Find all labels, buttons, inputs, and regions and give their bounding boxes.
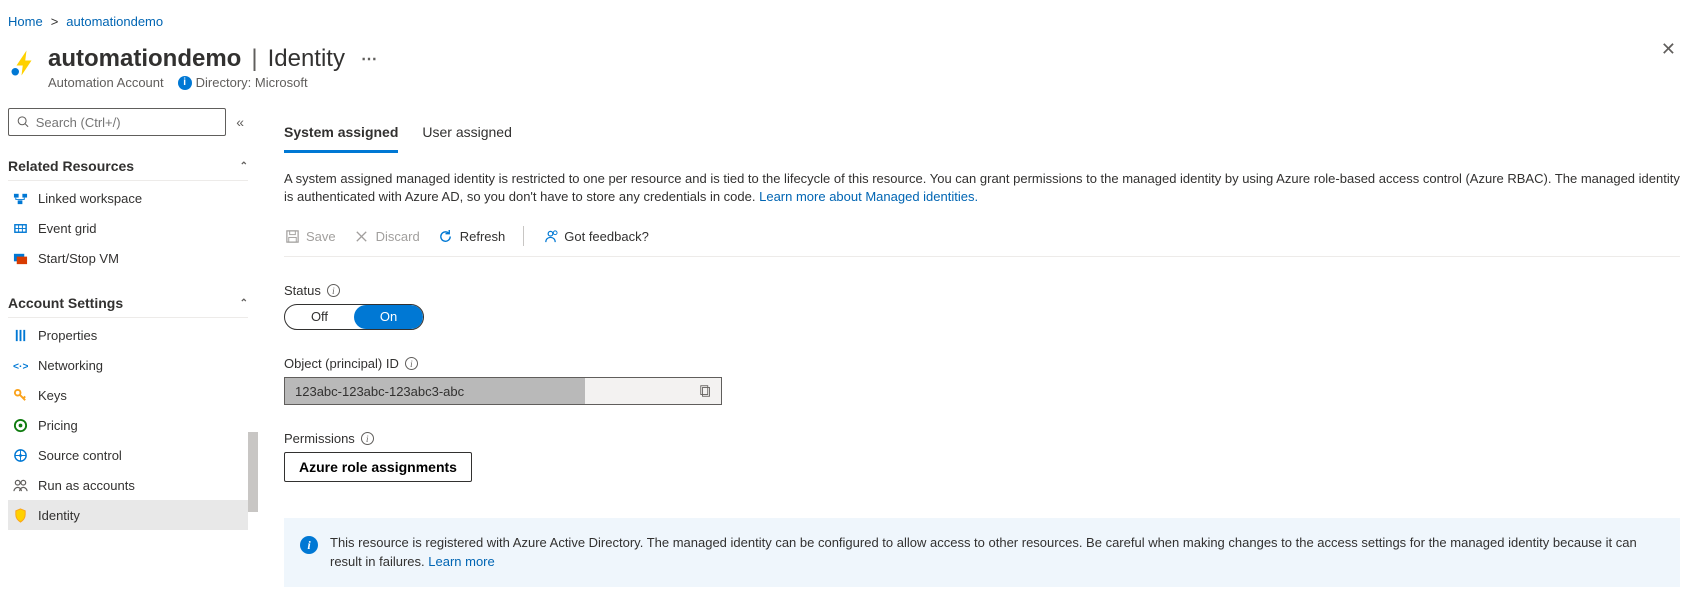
keys-icon <box>12 387 28 403</box>
more-actions-button[interactable]: ⋯ <box>361 49 377 69</box>
page-header: automationdemo | Identity ⋯ Automation A… <box>0 35 1692 102</box>
breadcrumb: Home > automationdemo <box>0 0 1692 35</box>
feedback-icon <box>542 228 558 244</box>
discard-icon <box>354 228 370 244</box>
toolbar-label: Refresh <box>460 229 506 244</box>
properties-icon <box>12 327 28 343</box>
info-icon[interactable]: i <box>327 284 340 297</box>
permissions-label: Permissions <box>284 431 355 446</box>
tab-user-assigned[interactable]: User assigned <box>422 116 512 153</box>
copy-icon[interactable] <box>699 384 713 398</box>
breadcrumb-home[interactable]: Home <box>8 14 43 29</box>
sidebar: « Related Resources ⌃ Linked workspace E… <box>0 102 256 607</box>
info-icon[interactable]: i <box>361 432 374 445</box>
sidebar-item-run-as-accounts[interactable]: Run as accounts <box>8 470 248 500</box>
close-button[interactable]: ✕ <box>1661 39 1676 60</box>
toolbar-label: Discard <box>376 229 420 244</box>
sidebar-item-source-control[interactable]: Source control <box>8 440 248 470</box>
sidebar-item-label: Identity <box>38 508 80 523</box>
sidebar-item-start-stop-vm[interactable]: Start/Stop VM <box>8 243 248 273</box>
sidebar-item-event-grid[interactable]: Event grid <box>8 213 248 243</box>
discard-button[interactable]: Discard <box>354 228 420 244</box>
toolbar-label: Save <box>306 229 336 244</box>
sidebar-item-properties[interactable]: Properties <box>8 320 248 350</box>
object-id-label: Object (principal) ID <box>284 356 399 371</box>
identity-icon <box>12 507 28 523</box>
banner-learn-more-link[interactable]: Learn more <box>428 554 494 569</box>
sidebar-item-label: Source control <box>38 448 122 463</box>
status-label: Status <box>284 283 321 298</box>
toolbar-label: Got feedback? <box>564 229 649 244</box>
object-id-value[interactable]: 123abc-123abc-123abc3-abc <box>285 378 585 404</box>
azure-role-assignments-button[interactable]: Azure role assignments <box>284 452 472 482</box>
description-text: A system assigned managed identity is re… <box>284 170 1680 206</box>
banner-text: This resource is registered with Azure A… <box>330 535 1637 568</box>
svg-text:<·>: <·> <box>13 361 28 372</box>
resource-type-label: Automation Account <box>48 75 164 90</box>
sidebar-scrollbar[interactable] <box>248 432 258 512</box>
info-icon: i <box>300 536 318 554</box>
page-title-section: Identity <box>268 45 345 73</box>
status-toggle[interactable]: Off On <box>284 304 424 330</box>
save-button[interactable]: Save <box>284 228 336 244</box>
chevron-up-icon: ⌃ <box>240 298 248 309</box>
sidebar-item-label: Keys <box>38 388 67 403</box>
sidebar-item-networking[interactable]: <·> Networking <box>8 350 248 380</box>
search-box[interactable] <box>8 108 226 136</box>
sidebar-item-label: Linked workspace <box>38 191 142 206</box>
sidebar-item-label: Networking <box>38 358 103 373</box>
breadcrumb-resource[interactable]: automationdemo <box>66 14 163 29</box>
sidebar-item-linked-workspace[interactable]: Linked workspace <box>8 183 248 213</box>
sidebar-item-label: Start/Stop VM <box>38 251 119 266</box>
sidebar-section-related-resources[interactable]: Related Resources ⌃ <box>8 150 248 181</box>
sidebar-item-label: Properties <box>38 328 97 343</box>
search-icon <box>17 115 30 129</box>
chevron-up-icon: ⌃ <box>240 161 248 172</box>
event-grid-icon <box>12 220 28 236</box>
page-title-name: automationdemo <box>48 45 241 73</box>
sidebar-item-keys[interactable]: Keys <box>8 380 248 410</box>
sidebar-item-label: Run as accounts <box>38 478 135 493</box>
networking-icon: <·> <box>12 357 28 373</box>
search-input[interactable] <box>36 115 218 130</box>
permissions-field: Permissions i Azure role assignments <box>284 431 1680 482</box>
sidebar-item-pricing[interactable]: Pricing <box>8 410 248 440</box>
source-control-icon <box>12 447 28 463</box>
info-icon: i <box>178 76 192 90</box>
collapse-sidebar-button[interactable]: « <box>232 114 248 130</box>
status-field: Status i Off On <box>284 283 1680 330</box>
object-id-box: 123abc-123abc-123abc3-abc <box>284 377 722 405</box>
automation-account-icon <box>8 47 40 79</box>
info-banner: i This resource is registered with Azure… <box>284 518 1680 586</box>
save-icon <box>284 228 300 244</box>
workspace-icon <box>12 190 28 206</box>
directory-label: Directory: Microsoft <box>196 75 308 90</box>
description-body: A system assigned managed identity is re… <box>284 171 1680 204</box>
feedback-button[interactable]: Got feedback? <box>542 228 649 244</box>
toolbar: Save Discard Refresh Got feedback? <box>284 218 1680 257</box>
toolbar-separator <box>523 226 524 246</box>
learn-more-link[interactable]: Learn more about Managed identities. <box>759 189 978 204</box>
sidebar-item-label: Event grid <box>38 221 97 236</box>
info-icon[interactable]: i <box>405 357 418 370</box>
toggle-off[interactable]: Off <box>285 305 354 329</box>
refresh-icon <box>438 228 454 244</box>
sidebar-item-label: Pricing <box>38 418 78 433</box>
sidebar-section-label: Account Settings <box>8 295 123 311</box>
tab-system-assigned[interactable]: System assigned <box>284 116 398 153</box>
sidebar-section-label: Related Resources <box>8 158 134 174</box>
content-pane: System assigned User assigned A system a… <box>256 102 1692 607</box>
vm-icon <box>12 250 28 266</box>
sidebar-section-account-settings[interactable]: Account Settings ⌃ <box>8 287 248 318</box>
tabs: System assigned User assigned <box>284 116 1680 154</box>
object-id-field: Object (principal) ID i 123abc-123abc-12… <box>284 356 1680 405</box>
refresh-button[interactable]: Refresh <box>438 228 506 244</box>
accounts-icon <box>12 477 28 493</box>
pricing-icon <box>12 417 28 433</box>
toggle-on[interactable]: On <box>354 305 423 329</box>
sidebar-item-identity[interactable]: Identity <box>8 500 248 530</box>
breadcrumb-separator: > <box>51 14 59 29</box>
page-title-divider: | <box>251 45 257 73</box>
